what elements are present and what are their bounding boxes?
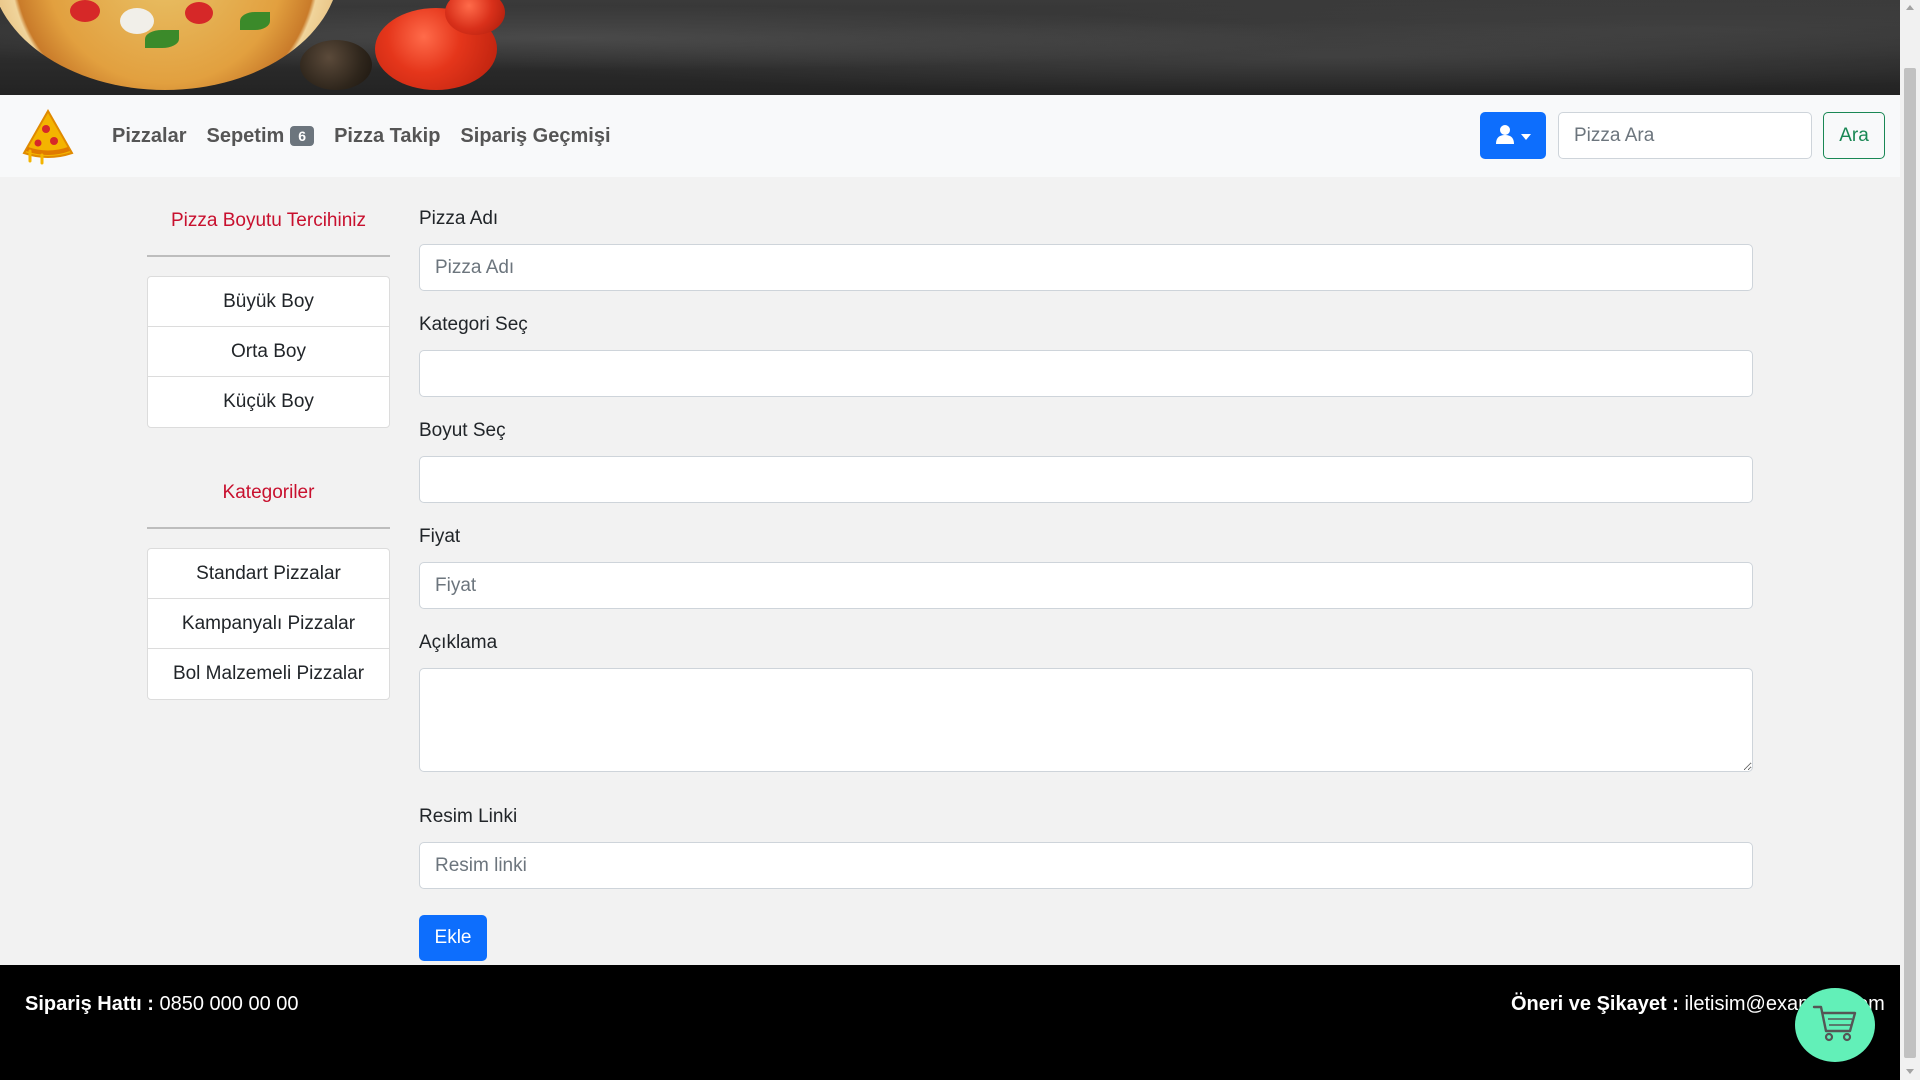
sidebar: Pizza Boyutu Tercihiniz Büyük Boy Orta B… <box>147 207 390 700</box>
pepper-image <box>300 40 372 90</box>
pizza-topping <box>120 8 154 34</box>
category-list: Standart Pizzalar Kampanyalı Pizzalar Bo… <box>147 548 390 700</box>
scroll-up-arrow-icon[interactable] <box>1906 5 1914 10</box>
user-icon <box>1495 124 1515 147</box>
category-item-standart[interactable]: Standart Pizzalar <box>148 549 389 599</box>
caret-down-icon <box>1521 128 1531 143</box>
pizza-topping <box>185 2 213 24</box>
category-heading: Kategoriler <box>222 482 315 503</box>
category-item-kampanyali[interactable]: Kampanyalı Pizzalar <box>148 599 389 649</box>
nav-link-pizzalar[interactable]: Pizzalar <box>112 125 186 148</box>
price-label: Fiyat <box>419 526 461 547</box>
scrollbar-thumb[interactable] <box>1904 68 1916 1058</box>
footer: Sipariş Hattı : 0850 000 00 00 Öneri ve … <box>0 965 1900 1080</box>
add-pizza-form: Pizza Adı Kategori Seç Boyut Seç Fiyat A… <box>419 208 1753 961</box>
user-dropdown-button[interactable] <box>1480 112 1546 159</box>
category-select[interactable] <box>419 350 1753 397</box>
description-label: Açıklama <box>419 632 498 653</box>
category-item-bol-malzemeli[interactable]: Bol Malzemeli Pizzalar <box>148 649 389 699</box>
nav-link-siparis-gecmisi[interactable]: Sipariş Geçmişi <box>460 125 610 148</box>
navbar: Pizzalar Sepetim 6 Pizza Takip Sipariş G… <box>0 95 1900 177</box>
description-textarea[interactable] <box>419 668 1753 772</box>
search-button[interactable]: Ara <box>1823 112 1885 159</box>
size-select-label: Boyut Seç <box>419 420 506 441</box>
nav-link-pizza-takip[interactable]: Pizza Takip <box>334 125 440 148</box>
pizza-name-label: Pizza Adı <box>419 208 499 229</box>
feedback-label: Öneri ve Şikayet : <box>1511 993 1679 1015</box>
scroll-down-arrow-icon[interactable] <box>1906 1069 1914 1074</box>
add-button[interactable]: Ekle <box>419 915 487 961</box>
search-input[interactable] <box>1558 112 1812 159</box>
basil-leaf <box>240 12 270 30</box>
order-line: Sipariş Hattı : 0850 000 00 00 <box>25 993 299 1016</box>
hero-banner-image <box>0 0 1900 95</box>
pizza-slice-icon[interactable] <box>18 107 74 165</box>
nav-link-sepetim[interactable]: Sepetim 6 <box>206 124 315 148</box>
cart-count-badge: 6 <box>290 126 315 146</box>
size-item-kucuk[interactable]: Küçük Boy <box>148 377 389 427</box>
order-line-phone: 0850 000 00 00 <box>159 993 299 1015</box>
size-heading: Pizza Boyutu Tercihiniz <box>170 210 367 231</box>
divider <box>147 255 390 257</box>
pizza-topping <box>70 0 100 22</box>
shopping-cart-icon <box>1812 1003 1858 1047</box>
order-line-label: Sipariş Hattı : <box>25 993 154 1015</box>
divider <box>147 527 390 529</box>
size-item-orta[interactable]: Orta Boy <box>148 327 389 377</box>
basil-leaf <box>145 30 179 48</box>
size-item-buyuk[interactable]: Büyük Boy <box>148 277 389 327</box>
pizza-name-input[interactable] <box>419 244 1753 291</box>
image-link-label: Resim Linki <box>419 806 518 827</box>
image-link-input[interactable] <box>419 842 1753 889</box>
size-select[interactable] <box>419 456 1753 503</box>
nav-link-sepetim-label: Sepetim <box>206 124 285 147</box>
vertical-scrollbar[interactable] <box>1900 0 1920 1080</box>
category-select-label: Kategori Seç <box>419 314 528 335</box>
size-list: Büyük Boy Orta Boy Küçük Boy <box>147 276 390 428</box>
price-input[interactable] <box>419 562 1753 609</box>
cart-floating-button[interactable] <box>1795 988 1875 1062</box>
